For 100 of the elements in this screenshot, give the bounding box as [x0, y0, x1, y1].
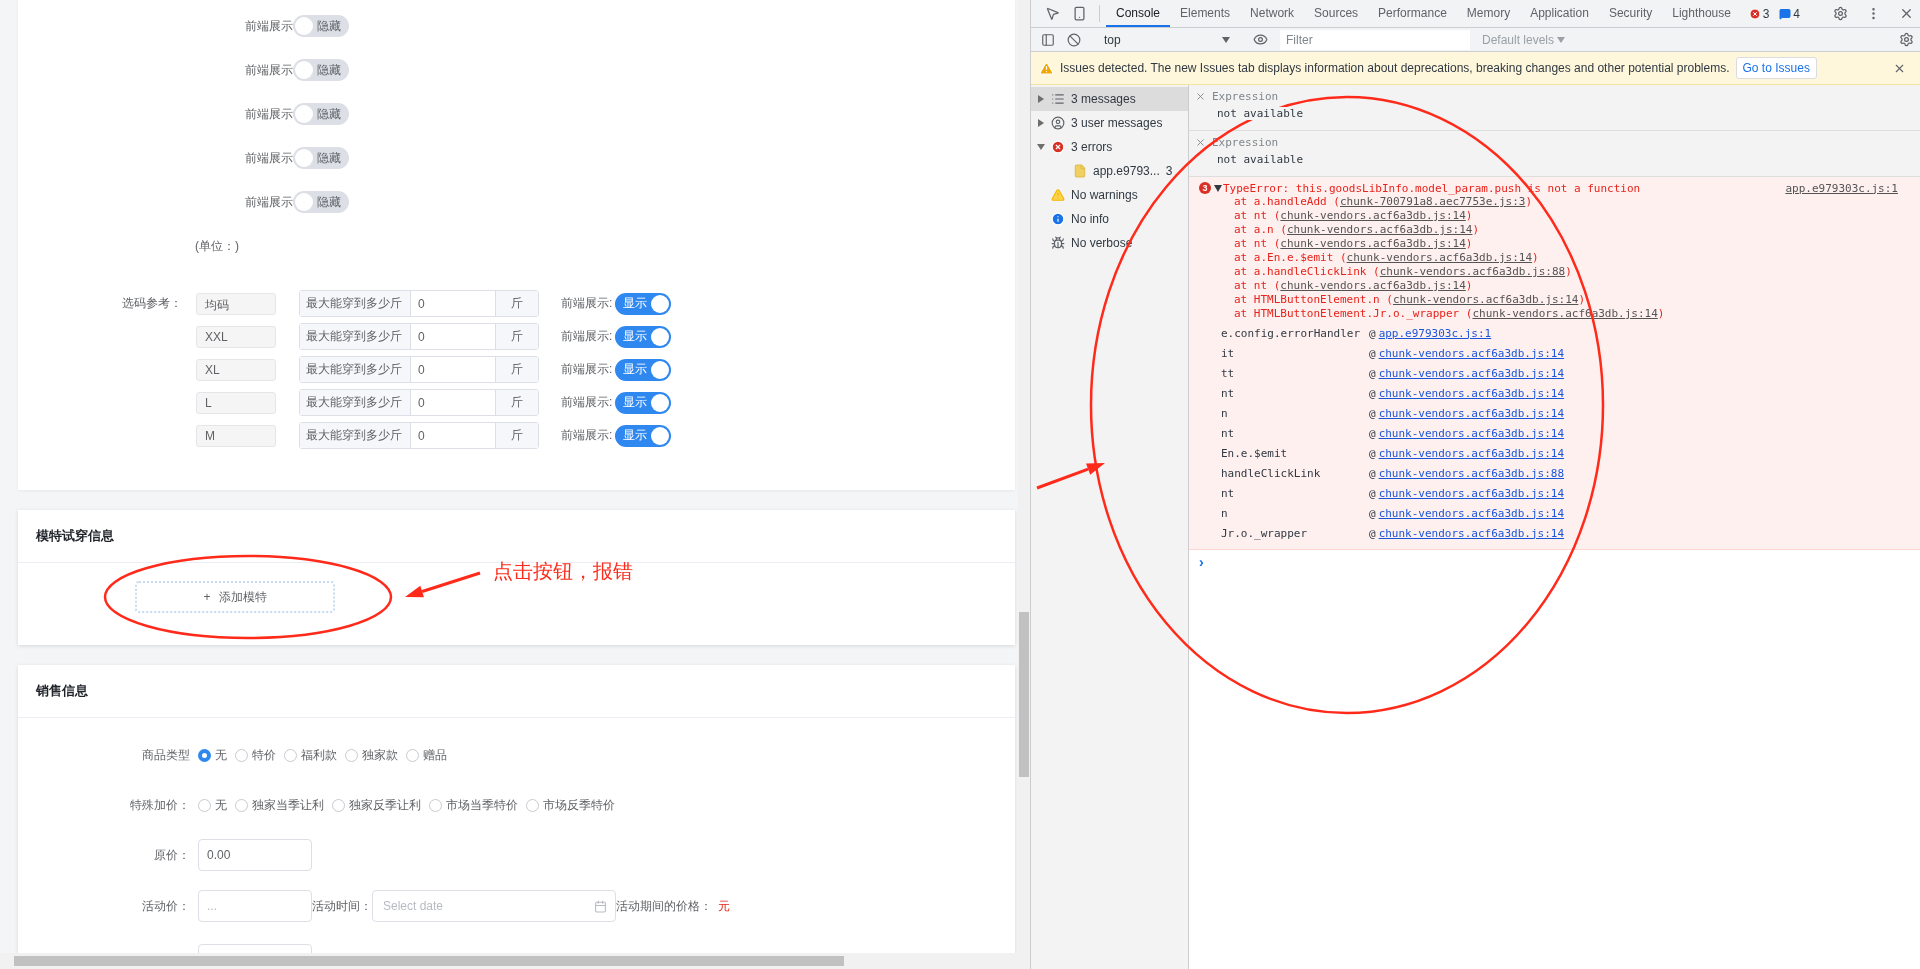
- source-link[interactable]: chunk-vendors.acf6a3db.js:14: [1378, 406, 1565, 420]
- radio-option[interactable]: 独家当季让利: [235, 796, 324, 814]
- sidebar-item[interactable]: No warnings: [1031, 183, 1188, 207]
- devtools-tab[interactable]: Application: [1520, 0, 1599, 27]
- source-link[interactable]: chunk-700791a8.aec7753e.js:3: [1339, 195, 1526, 208]
- sidebar-item[interactable]: 3 errors: [1031, 135, 1188, 159]
- close-icon[interactable]: [1195, 137, 1206, 148]
- toggle-switch[interactable]: 隐藏: [293, 103, 349, 125]
- vertical-scrollbar[interactable]: [1018, 0, 1030, 953]
- close-icon[interactable]: [1195, 91, 1206, 102]
- price-input[interactable]: 0.00: [198, 839, 312, 871]
- expression-label: Expression: [1212, 136, 1279, 149]
- source-link[interactable]: chunk-vendors.acf6a3db.js:88: [1378, 466, 1565, 480]
- source-link[interactable]: chunk-vendors.acf6a3db.js:88: [1379, 265, 1566, 278]
- toggle-switch[interactable]: 显示: [615, 358, 672, 381]
- toggle-switch[interactable]: 显示: [615, 424, 672, 447]
- source-link[interactable]: chunk-vendors.acf6a3db.js:14: [1378, 506, 1565, 520]
- toggle-switch[interactable]: 隐藏: [293, 59, 349, 81]
- field-label: 前端展示: [245, 61, 293, 79]
- add-model-button[interactable]: + 添加模特: [135, 581, 335, 613]
- radio-option[interactable]: 福利款: [284, 746, 337, 764]
- radio-option[interactable]: 特价: [235, 746, 276, 764]
- weight-input-group[interactable]: 最大能穿到多少斤 0 斤: [299, 356, 539, 383]
- expanded-icon[interactable]: [1214, 184, 1222, 192]
- function-name: n: [1221, 406, 1229, 420]
- source-link[interactable]: app.e979303c.js:1: [1785, 181, 1898, 195]
- toggle-switch[interactable]: 显示: [615, 391, 672, 414]
- message-count[interactable]: 4: [1777, 6, 1802, 21]
- field-label: 特殊加价：: [129, 796, 191, 814]
- toggle-switch[interactable]: 隐藏: [293, 191, 349, 213]
- price-input[interactable]: ...: [198, 890, 312, 922]
- radio-option[interactable]: 独家款: [345, 746, 398, 764]
- source-link[interactable]: chunk-vendors.acf6a3db.js:14: [1378, 526, 1565, 540]
- weight-input-group[interactable]: 最大能穿到多少斤 0 斤: [299, 290, 539, 317]
- source-link[interactable]: chunk-vendors.acf6a3db.js:14: [1378, 366, 1565, 380]
- card-title: 模特试穿信息: [36, 527, 114, 545]
- sidebar-item[interactable]: app.e9793... 3: [1031, 159, 1188, 183]
- sidebar-item[interactable]: 3 user messages: [1031, 111, 1188, 135]
- source-link[interactable]: chunk-vendors.acf6a3db.js:14: [1378, 386, 1565, 400]
- annotation-note: 点击按钮，报错: [493, 559, 633, 584]
- error-count-badge: 3: [1199, 182, 1211, 194]
- devtools-tab[interactable]: Memory: [1456, 0, 1521, 27]
- error-icon: [1051, 140, 1065, 154]
- weight-input-group[interactable]: 最大能穿到多少斤 0 斤: [299, 323, 539, 350]
- source-link[interactable]: chunk-vendors.acf6a3db.js:14: [1378, 426, 1565, 440]
- console-prompt[interactable]: ›: [1189, 550, 1920, 574]
- source-link[interactable]: chunk-vendors.acf6a3db.js:14: [1287, 223, 1473, 236]
- source-link[interactable]: chunk-vendors.acf6a3db.js:14: [1346, 251, 1533, 264]
- field-label: 前端展示:: [561, 427, 613, 444]
- source-link[interactable]: chunk-vendors.acf6a3db.js:14: [1378, 446, 1565, 460]
- toggle-switch[interactable]: 显示: [615, 292, 672, 315]
- stack-line: at a.handleAdd (chunk-700791a8.aec7753e.js:3): [1233, 195, 1534, 209]
- devtools-tab[interactable]: Security: [1598, 0, 1663, 27]
- expanded-icon: [1037, 143, 1045, 151]
- source-link[interactable]: chunk-vendors.acf6a3db.js:14: [1280, 209, 1466, 222]
- toggle-switch[interactable]: 隐藏: [293, 15, 349, 37]
- toggle-switch[interactable]: 隐藏: [293, 147, 349, 169]
- size-field[interactable]: M: [196, 424, 276, 447]
- size-field[interactable]: XXL: [196, 325, 276, 348]
- weight-input-group[interactable]: 最大能穿到多少斤 0 斤: [299, 422, 539, 449]
- size-field[interactable]: L: [196, 391, 276, 414]
- sidebar-item[interactable]: No info: [1031, 207, 1188, 231]
- error-count[interactable]: 3: [1746, 6, 1772, 21]
- source-link[interactable]: chunk-vendors.acf6a3db.js:14: [1392, 293, 1579, 306]
- source-link[interactable]: chunk-vendors.acf6a3db.js:14: [1378, 346, 1565, 360]
- weight-input-group[interactable]: 最大能穿到多少斤 0 斤: [299, 389, 539, 416]
- field-label: 前端展示:: [561, 361, 613, 378]
- at-sign: @: [1369, 346, 1376, 360]
- stack-line: at a.En.e.$emit (chunk-vendors.acf6a3db.js:14): [1233, 251, 1540, 265]
- sidebar-item[interactable]: 3 messages: [1031, 87, 1188, 111]
- source-link[interactable]: app.e979303c.js:1: [1378, 326, 1492, 340]
- devtools-tab[interactable]: Elements: [1170, 0, 1241, 27]
- horizontal-scrollbar[interactable]: [0, 953, 1030, 969]
- filter-field[interactable]: Filter: [1280, 29, 1470, 50]
- function-name: n: [1221, 506, 1229, 520]
- radio-option[interactable]: 市场反季特价: [526, 796, 615, 814]
- size-field[interactable]: 均码: [196, 292, 276, 315]
- source-link[interactable]: chunk-vendors.acf6a3db.js:14: [1378, 486, 1565, 500]
- radio-option[interactable]: 市场当季特价: [429, 796, 518, 814]
- annotation-arrow: [1036, 463, 1105, 490]
- caret-icon: [1222, 36, 1230, 43]
- radio-option[interactable]: 无: [198, 746, 227, 764]
- go-to-issues-button[interactable]: Go to Issues: [1735, 57, 1817, 79]
- stack-line: at a.handleClickLink (chunk-vendors.acf6a3db.js:88): [1233, 265, 1573, 279]
- radio-option[interactable]: 赠品: [406, 746, 447, 764]
- context-select[interactable]: top: [1100, 29, 1234, 50]
- source-link[interactable]: chunk-vendors.acf6a3db.js:14: [1280, 279, 1466, 292]
- devtools-tab[interactable]: Lighthouse: [1662, 0, 1741, 27]
- source-link[interactable]: chunk-vendors.acf6a3db.js:14: [1280, 237, 1466, 250]
- date-field[interactable]: Select date: [372, 890, 616, 922]
- size-field[interactable]: XL: [196, 358, 276, 381]
- radio-option[interactable]: 无: [198, 796, 227, 814]
- toggle-switch[interactable]: 显示: [615, 325, 672, 348]
- devtools-tab[interactable]: Network: [1240, 0, 1305, 27]
- field-label: 前端展示: [245, 17, 293, 35]
- radio-option[interactable]: 独家反季让利: [332, 796, 421, 814]
- field-label: 活动时间：: [312, 897, 372, 915]
- unit-note: (单位：): [195, 239, 239, 253]
- devtools-tab[interactable]: Sources: [1304, 0, 1369, 27]
- devtools-tab[interactable]: Performance: [1368, 0, 1457, 27]
